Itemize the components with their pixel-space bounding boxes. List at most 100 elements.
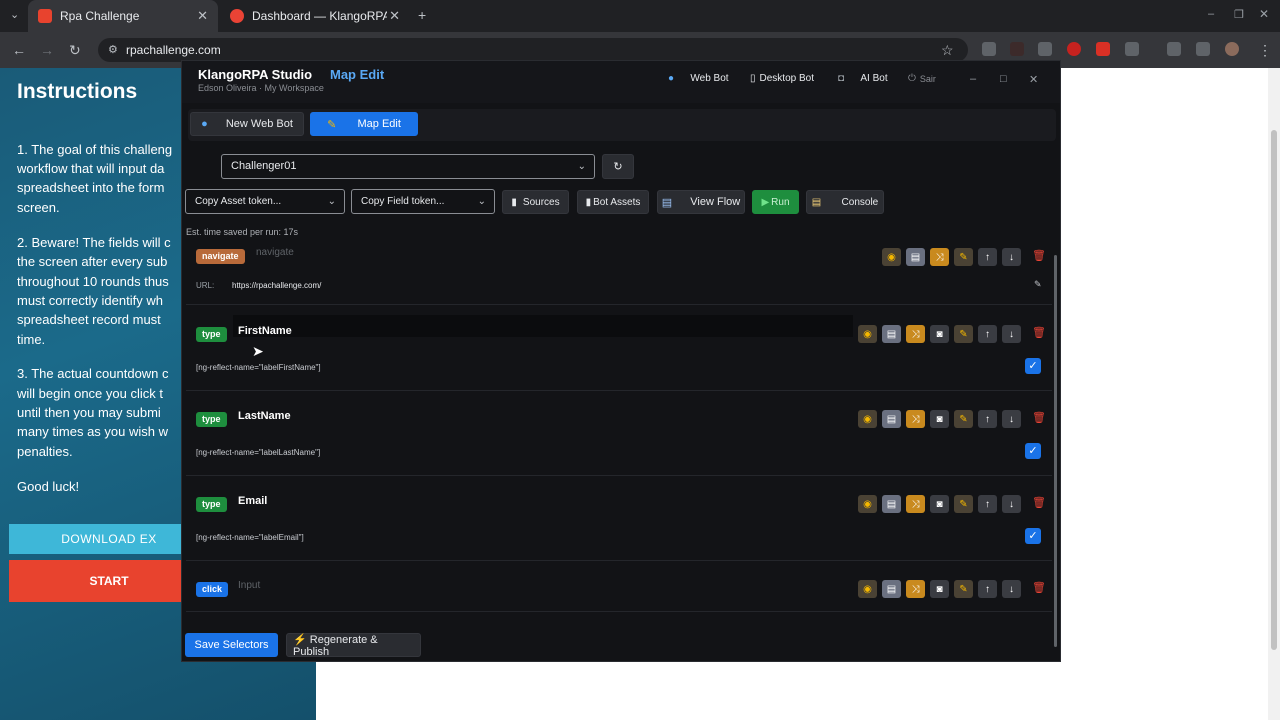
download-icon[interactable] <box>1167 42 1181 56</box>
start-button[interactable]: START <box>9 560 209 602</box>
restore-icon[interactable]: ❐ <box>1234 8 1244 21</box>
view-flow-button[interactable]: ▤ View Flow <box>657 190 745 214</box>
move-down-icon[interactable]: ↓ <box>1002 248 1021 266</box>
copy-asset-token-select[interactable]: Copy Asset token... ⌄ <box>185 189 345 214</box>
copy-field-token-select[interactable]: Copy Field token... ⌄ <box>351 189 495 214</box>
pencil-icon[interactable]: ✎ <box>954 410 973 428</box>
delete-icon[interactable]: 🗑 <box>1032 411 1046 424</box>
url-field[interactable]: ⚙ rpachallenge.com <box>98 38 968 62</box>
pick-element-icon[interactable]: ▤ <box>882 410 901 428</box>
bot-assets-button[interactable]: ▮ Bot Assets <box>577 190 649 214</box>
compass-icon[interactable]: ◉ <box>858 580 877 598</box>
pencil-icon[interactable]: ✎ <box>954 248 973 266</box>
shuffle-icon[interactable]: ⤨ <box>906 495 925 513</box>
pick-element-icon[interactable]: ▤ <box>882 580 901 598</box>
forward-icon[interactable]: → <box>40 42 54 58</box>
camera-icon[interactable]: ◙ <box>930 495 949 513</box>
minimize-icon[interactable]: – <box>1208 8 1214 20</box>
delete-icon[interactable]: 🗑 <box>1032 496 1046 509</box>
play-icon: ▶ <box>761 196 770 208</box>
compass-icon[interactable]: ◉ <box>858 495 877 513</box>
app-title: KlangoRPA Studio <box>198 67 313 82</box>
tab-rpa-challenge[interactable]: Rpa Challenge ✕ <box>28 0 218 32</box>
enabled-checkbox[interactable]: ✓ <box>1025 443 1041 459</box>
camera-icon[interactable]: ◙ <box>930 410 949 428</box>
sources-button[interactable]: ▮ Sources <box>502 190 569 214</box>
tab-list-icon[interactable]: ⌄ <box>10 8 19 21</box>
shuffle-icon[interactable]: ⤨ <box>906 410 925 428</box>
compass-icon[interactable]: ◉ <box>882 248 901 266</box>
challenger-select-value: Challenger01 <box>231 160 297 172</box>
avatar[interactable] <box>1225 42 1239 56</box>
move-up-icon[interactable]: ↑ <box>978 495 997 513</box>
close-window-icon[interactable]: ✕ <box>1259 7 1269 21</box>
refresh-button[interactable]: ↻ <box>602 154 634 179</box>
ai-bot-link[interactable]: ◘ AI Bot <box>838 73 888 84</box>
shuffle-icon[interactable]: ⤨ <box>906 580 925 598</box>
media-icon[interactable] <box>1196 42 1210 56</box>
close-icon[interactable]: ✕ <box>1029 73 1038 86</box>
download-excel-button[interactable]: DOWNLOAD EX <box>9 524 209 554</box>
pencil-icon[interactable]: ✎ <box>954 580 973 598</box>
save-selectors-button[interactable]: Save Selectors <box>185 633 278 657</box>
enabled-checkbox[interactable]: ✓ <box>1025 358 1041 374</box>
extension-icon[interactable] <box>1096 42 1110 56</box>
extension-icon[interactable] <box>1010 42 1024 56</box>
compass-icon[interactable]: ◉ <box>858 325 877 343</box>
site-info-icon[interactable]: ⚙ <box>108 38 118 62</box>
pick-element-icon[interactable]: ▤ <box>882 495 901 513</box>
rpa-favicon-icon <box>38 9 52 23</box>
reload-icon[interactable]: ↻ <box>69 42 81 59</box>
desktop-bot-link[interactable]: ▯ Desktop Bot <box>750 73 814 84</box>
maximize-icon[interactable]: □ <box>1000 73 1007 85</box>
close-icon[interactable]: ✕ <box>389 8 400 24</box>
move-up-icon[interactable]: ↑ <box>978 410 997 428</box>
extension-icon[interactable] <box>1067 42 1081 56</box>
move-up-icon[interactable]: ↑ <box>978 325 997 343</box>
exit-link[interactable]: ⏻ Sair <box>908 73 936 84</box>
compass-icon[interactable]: ◉ <box>858 410 877 428</box>
edit-url-icon[interactable]: ✎ <box>1034 279 1042 290</box>
minimize-icon[interactable]: – <box>970 73 976 85</box>
shuffle-icon[interactable]: ⤨ <box>930 248 949 266</box>
tab-dashboard[interactable]: Dashboard — KlangoRPA ✕ <box>220 0 410 32</box>
back-icon[interactable]: ← <box>12 42 26 58</box>
close-icon[interactable]: ✕ <box>197 8 208 24</box>
pick-element-icon[interactable]: ▤ <box>882 325 901 343</box>
move-down-icon[interactable]: ↓ <box>1002 495 1021 513</box>
puzzle-icon[interactable] <box>1125 42 1139 56</box>
move-down-icon[interactable]: ↓ <box>1002 325 1021 343</box>
bot-assets-label: Bot Assets <box>593 196 641 208</box>
instruction-line: will begin once you click t <box>17 386 163 401</box>
scrollbar-thumb[interactable] <box>1271 130 1277 650</box>
move-up-icon[interactable]: ↑ <box>978 580 997 598</box>
shuffle-icon[interactable]: ⤨ <box>906 325 925 343</box>
regenerate-publish-button[interactable]: ⚡ Regenerate & Publish <box>286 633 421 658</box>
extension-icon[interactable] <box>982 42 996 56</box>
pen-extension-icon[interactable] <box>1038 42 1052 56</box>
delete-icon[interactable]: 🗑 <box>1032 326 1046 339</box>
web-bot-link[interactable]: ● Web Bot <box>668 73 729 84</box>
move-down-icon[interactable]: ↓ <box>1002 410 1021 428</box>
delete-icon[interactable]: 🗑 <box>1032 249 1046 262</box>
bookmark-star-icon[interactable]: ☆ <box>941 42 954 59</box>
move-down-icon[interactable]: ↓ <box>1002 580 1021 598</box>
pencil-icon[interactable]: ✎ <box>954 495 973 513</box>
pick-element-icon[interactable]: ▤ <box>906 248 925 266</box>
new-tab-icon[interactable]: + <box>418 7 426 23</box>
page-scrollbar[interactable] <box>1268 68 1280 720</box>
menu-icon[interactable]: ⋮ <box>1258 42 1272 59</box>
move-up-icon[interactable]: ↑ <box>978 248 997 266</box>
camera-icon[interactable]: ◙ <box>930 325 949 343</box>
steps-scrollbar[interactable] <box>1054 255 1057 647</box>
challenger-select[interactable]: Challenger01 ⌄ <box>221 154 595 179</box>
pencil-icon[interactable]: ✎ <box>954 325 973 343</box>
run-button[interactable]: ▶ Run <box>752 190 799 214</box>
enabled-checkbox[interactable]: ✓ <box>1025 528 1041 544</box>
console-button[interactable]: ▤ Console <box>806 190 884 214</box>
delete-icon[interactable]: 🗑 <box>1032 581 1046 594</box>
new-web-bot-tab[interactable]: ● New Web Bot <box>190 112 304 136</box>
step-actions: ◉ ▤ ⤨ ✎ ↑ ↓ <box>882 248 1021 266</box>
map-edit-tab[interactable]: ✎ Map Edit <box>310 112 418 136</box>
camera-icon[interactable]: ◙ <box>930 580 949 598</box>
